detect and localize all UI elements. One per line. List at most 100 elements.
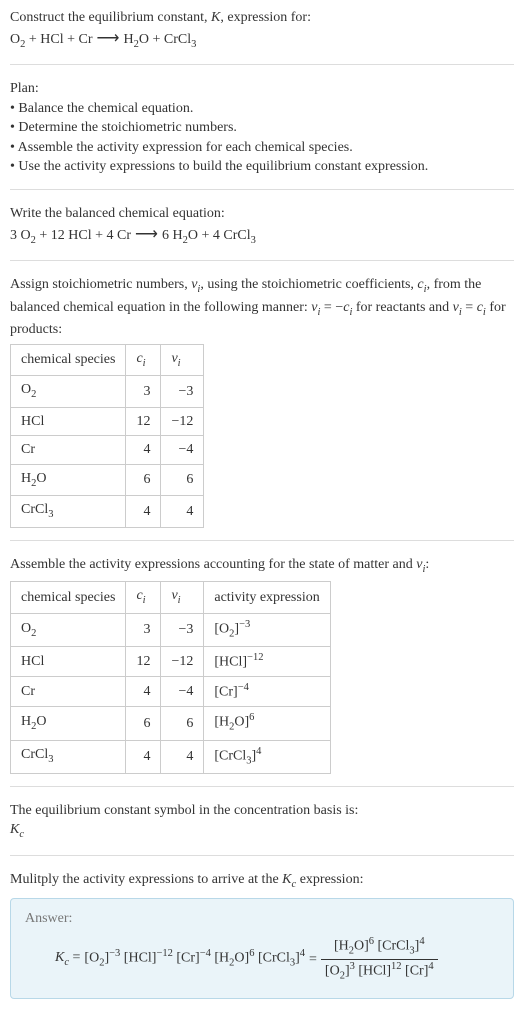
text: O bbox=[21, 621, 31, 636]
activity-cell: [CrCl3]4 bbox=[204, 740, 330, 773]
species: O bbox=[21, 228, 31, 243]
text: = − bbox=[320, 300, 343, 315]
ci-cell: 12 bbox=[126, 407, 161, 436]
species: H bbox=[172, 228, 182, 243]
subscript: i bbox=[143, 595, 146, 606]
coef: 4 bbox=[107, 228, 118, 243]
subscript: i bbox=[143, 357, 146, 368]
coef: 4 bbox=[213, 228, 224, 243]
kc-symbol: Kc bbox=[10, 820, 514, 842]
balanced-section: Write the balanced chemical equation: 3 … bbox=[10, 204, 514, 261]
activity-cell: [H2O]6 bbox=[204, 707, 330, 740]
lhs: Kc = bbox=[55, 948, 80, 970]
activity-table: chemical species ci νi activity expressi… bbox=[10, 581, 331, 773]
superscript: 12 bbox=[391, 961, 402, 972]
text: , using the stoichiometric coefficients, bbox=[200, 277, 417, 292]
kc-expression: Kc = [O2]−3 [HCl]−12 [Cr]−4 [H2O]6 [CrCl… bbox=[25, 935, 499, 984]
plus: + bbox=[25, 32, 40, 47]
text: O] bbox=[234, 715, 249, 730]
stoich-section: Assign stoichiometric numbers, νi, using… bbox=[10, 275, 514, 541]
plus: + bbox=[149, 32, 164, 47]
subscript: 3 bbox=[48, 754, 53, 765]
table-row: H2O 6 6 [H2O]6 bbox=[11, 707, 331, 740]
eq: = bbox=[69, 950, 80, 965]
text: Cr bbox=[21, 442, 35, 457]
superscript: −12 bbox=[247, 652, 263, 663]
table-row: O2 3 −3 bbox=[11, 376, 204, 407]
ci-cell: 4 bbox=[126, 436, 161, 465]
species: Cr bbox=[117, 228, 131, 243]
arrow-icon: ⟶ bbox=[131, 226, 162, 243]
text: [HCl bbox=[214, 655, 242, 670]
plan-bullet: • Use the activity expressions to build … bbox=[10, 157, 514, 177]
text: [H bbox=[334, 939, 349, 954]
species-cell: Cr bbox=[11, 677, 126, 707]
activity-cell: [HCl]−12 bbox=[204, 646, 330, 676]
text: O] bbox=[234, 951, 249, 966]
species: Cr bbox=[79, 32, 93, 47]
plus: + bbox=[198, 228, 213, 243]
answer-label: Answer: bbox=[25, 909, 499, 929]
species-cell: CrCl3 bbox=[11, 496, 126, 527]
species: CrCl bbox=[223, 228, 250, 243]
fraction: [H2O]6 [CrCl3]4 [O2]3 [HCl]12 [Cr]4 bbox=[321, 935, 438, 984]
col-species: chemical species bbox=[11, 344, 126, 375]
text: Assemble the activity expressions accoun… bbox=[10, 557, 416, 572]
activity-cell: [O2]−3 bbox=[204, 613, 330, 646]
superscript: 4 bbox=[300, 948, 305, 959]
ci-cell: 12 bbox=[126, 646, 161, 676]
species: O bbox=[10, 32, 20, 47]
prompt-section: Construct the equilibrium constant, K, e… bbox=[10, 8, 514, 65]
species: H bbox=[123, 32, 133, 47]
subscript: 3 bbox=[48, 509, 53, 520]
text: Assign stoichiometric numbers, bbox=[10, 277, 191, 292]
table-row: Cr 4 −4 bbox=[11, 436, 204, 465]
superscript: −4 bbox=[238, 682, 249, 693]
text: [H bbox=[214, 715, 229, 730]
text: [CrCl bbox=[214, 748, 246, 763]
ci-cell: 4 bbox=[126, 677, 161, 707]
subscript: 2 bbox=[31, 627, 36, 638]
text: O bbox=[36, 471, 46, 486]
species-cell: Cr bbox=[11, 436, 126, 465]
text: : bbox=[425, 557, 429, 572]
denominator: [O2]3 [HCl]12 [Cr]4 bbox=[321, 960, 438, 984]
text: HCl bbox=[21, 654, 44, 669]
plan-bullet: • Balance the chemical equation. bbox=[10, 99, 514, 119]
plus: + bbox=[92, 228, 107, 243]
text: CrCl bbox=[21, 747, 48, 762]
plan-bullet: • Assemble the activity expression for e… bbox=[10, 138, 514, 158]
text: O] bbox=[354, 939, 369, 954]
nui-cell: 6 bbox=[161, 464, 204, 495]
coef: 6 bbox=[162, 228, 173, 243]
text: for reactants and bbox=[352, 300, 452, 315]
kc-symbol-section: The equilibrium constant symbol in the c… bbox=[10, 801, 514, 856]
prompt-line1: Construct the equilibrium constant, K, e… bbox=[10, 8, 514, 28]
species-cell: O2 bbox=[11, 613, 126, 646]
nui-cell: −4 bbox=[161, 436, 204, 465]
text: [HCl] bbox=[124, 951, 157, 966]
text: expression: bbox=[296, 872, 363, 887]
text: [Cr bbox=[214, 685, 233, 700]
ci-cell: 3 bbox=[126, 376, 161, 407]
activity-cell: [Cr]−4 bbox=[204, 677, 330, 707]
superscript: −3 bbox=[109, 948, 120, 959]
species: CrCl bbox=[164, 32, 191, 47]
plan-bullet: • Determine the stoichiometric numbers. bbox=[10, 118, 514, 138]
var-K: K bbox=[10, 822, 19, 837]
species: HCl bbox=[68, 228, 91, 243]
ci-cell: 6 bbox=[126, 707, 161, 740]
superscript: 4 bbox=[419, 936, 424, 947]
text: Cr bbox=[21, 684, 35, 699]
nui-cell: −12 bbox=[161, 646, 204, 676]
subscript: i bbox=[178, 595, 181, 606]
text: Construct the equilibrium constant, bbox=[10, 10, 211, 25]
text: CrCl bbox=[21, 502, 48, 517]
text: [Cr] bbox=[176, 951, 199, 966]
var: K bbox=[282, 872, 291, 887]
plus: + bbox=[64, 32, 79, 47]
text: , expression for: bbox=[220, 10, 311, 25]
text: O bbox=[21, 382, 31, 397]
plan-section: Plan: • Balance the chemical equation. •… bbox=[10, 79, 514, 190]
subscript: i bbox=[178, 357, 181, 368]
